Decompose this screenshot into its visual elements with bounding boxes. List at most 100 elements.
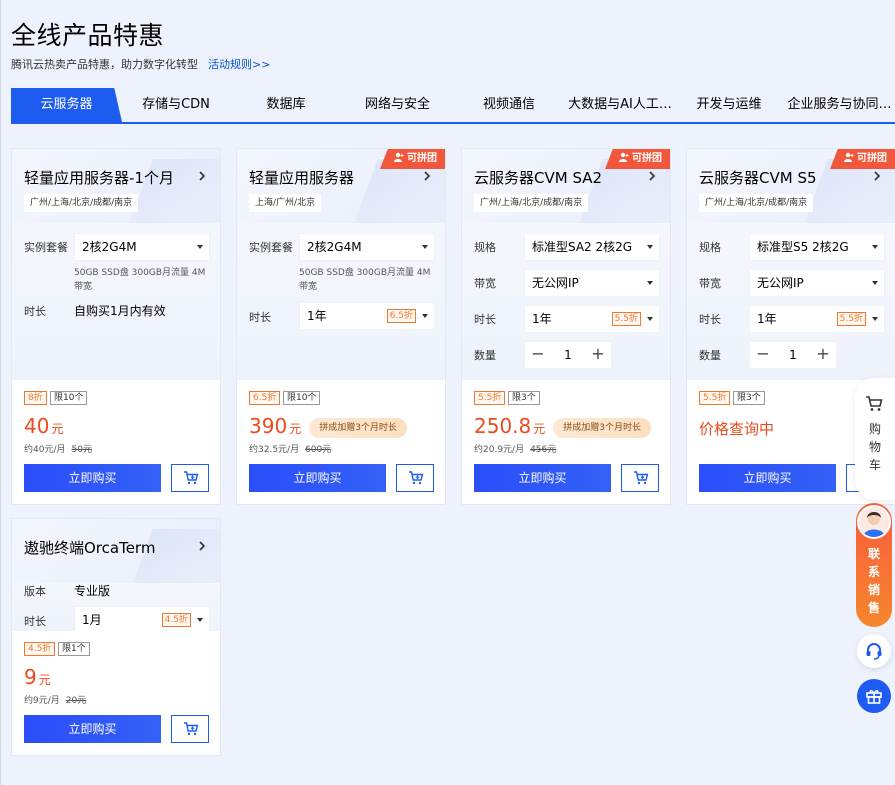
- original-price: 50元: [71, 445, 92, 455]
- buy-now-button[interactable]: 立即购买: [24, 464, 161, 492]
- buy-now-button[interactable]: 立即购买: [24, 715, 161, 743]
- product-name[interactable]: 云服务器CVM SA2: [474, 167, 602, 188]
- discount-tag: 5.5折: [474, 391, 506, 405]
- spec-label: 实例套餐: [249, 241, 293, 254]
- duration-value: 1年: [307, 309, 327, 323]
- chevron-right-icon[interactable]: [646, 169, 658, 183]
- chevron-right-icon[interactable]: [196, 169, 208, 183]
- bandwidth-value: 无公网IP: [757, 276, 804, 290]
- spec-select[interactable]: 标准型S5 2核2G: [749, 233, 885, 261]
- activity-rules-link[interactable]: 活动规则>>: [208, 58, 270, 71]
- product-name[interactable]: 轻量应用服务器: [249, 167, 354, 188]
- price-detail: 约32.5元/月 600元: [249, 442, 331, 455]
- price-value: 250.8: [474, 414, 532, 438]
- chevron-right-icon[interactable]: [871, 169, 883, 183]
- duration-discount: 5.5折: [611, 312, 641, 326]
- card-header: 可拼团 轻量应用服务器 上海/广州/北京: [237, 149, 445, 223]
- tab-network-security[interactable]: 网络与安全: [342, 88, 453, 122]
- tab-database[interactable]: 数据库: [230, 88, 342, 122]
- category-tabbar: 云服务器 存储与CDN 数据库 网络与安全 视频通信 大数据与AI人工… 开发与…: [11, 88, 895, 124]
- add-to-cart-button[interactable]: [171, 715, 209, 743]
- version-label: 版本: [24, 585, 46, 598]
- add-to-cart-button[interactable]: [396, 464, 434, 492]
- chevron-right-icon[interactable]: [421, 169, 433, 183]
- gift-icon: [866, 690, 882, 704]
- bandwidth-select[interactable]: 无公网IP: [524, 269, 660, 297]
- group-buy-badge: 可拼团: [380, 149, 445, 169]
- discount-tag: 4.5折: [24, 642, 56, 656]
- buy-now-button[interactable]: 立即购买: [474, 464, 611, 492]
- price-detail: 约20.9元/月 456元: [474, 442, 556, 455]
- tab-storage-cdn[interactable]: 存储与CDN: [122, 88, 230, 122]
- add-to-cart-button[interactable]: [171, 464, 209, 492]
- spec-select[interactable]: 标准型SA2 2核2G: [524, 233, 660, 261]
- original-price: 600元: [305, 445, 332, 455]
- limit-tag: 限10个: [50, 391, 88, 405]
- page-title: 全线产品特惠: [11, 21, 165, 50]
- tab-bigdata-ai[interactable]: 大数据与AI人工…: [565, 88, 675, 122]
- spec-select[interactable]: 2核2G4M: [74, 233, 210, 261]
- card-header: 遨驰终端OrcaTerm: [12, 519, 220, 593]
- product-name[interactable]: 遨驰终端OrcaTerm: [24, 537, 155, 558]
- limit-tag: 限3个: [733, 391, 765, 405]
- duration-value: 1年: [532, 312, 552, 326]
- group-buy-badge: 可拼团: [605, 149, 670, 169]
- spec-select[interactable]: 2核2G4M: [299, 233, 435, 261]
- spec-label: 规格: [474, 241, 496, 254]
- badge-label: 可拼团: [632, 153, 662, 164]
- card-header: 轻量应用服务器-1个月 广州/上海/北京/成都/南京: [12, 149, 220, 223]
- duration-select[interactable]: 1年 6.5折: [299, 302, 435, 330]
- chevron-right-icon[interactable]: [196, 539, 208, 553]
- duration-select[interactable]: 1年 5.5折: [524, 305, 660, 333]
- quantity-label: 数量: [699, 349, 721, 362]
- limit-tag: 限10个: [283, 391, 321, 405]
- increment-button[interactable]: +: [585, 342, 611, 368]
- bandwidth-value: 无公网IP: [532, 276, 579, 290]
- customer-service-button[interactable]: [857, 634, 891, 668]
- add-to-cart-button[interactable]: [621, 464, 659, 492]
- region-list: 广州/上海/北京/成都/南京: [699, 194, 814, 212]
- price-unit: 元: [38, 673, 51, 687]
- buy-now-button[interactable]: 立即购买: [699, 464, 836, 492]
- tab-video[interactable]: 视频通信: [453, 88, 565, 122]
- bandwidth-select[interactable]: 无公网IP: [749, 269, 885, 297]
- card-options: 实例套餐 2核2G4M 50GB SSD盘 300GB月流量 4M带宽 时长 自…: [12, 223, 220, 380]
- duration-select[interactable]: 1年 5.5折: [749, 305, 885, 333]
- discount-tag: 6.5折: [249, 391, 281, 405]
- card-purchase: 6.5折 限10个 390 元拼成加赠3个月时长 约32.5元/月 600元 立即购…: [237, 380, 445, 504]
- quantity-value[interactable]: 1: [776, 342, 810, 368]
- discount-tag: 5.5折: [699, 391, 731, 405]
- increment-button[interactable]: +: [810, 342, 836, 368]
- limit-tag: 限3个: [508, 391, 540, 405]
- floating-cart-panel[interactable]: 购物车: [855, 378, 895, 500]
- product-name[interactable]: 轻量应用服务器-1个月: [24, 167, 174, 188]
- limit-tag: 限1个: [58, 642, 90, 656]
- duration-value: 1月: [82, 613, 102, 627]
- sales-avatar: [857, 505, 891, 539]
- decrement-button[interactable]: −: [525, 342, 551, 368]
- tab-devops[interactable]: 开发与运维: [675, 88, 783, 122]
- product-name[interactable]: 云服务器CVM S5: [699, 167, 817, 188]
- person-avatar-icon: [859, 507, 889, 537]
- card-options: 版本 专业版 时长 1月 4.5折: [12, 583, 220, 634]
- quantity-value[interactable]: 1: [551, 342, 585, 368]
- contact-sales-panel[interactable]: 联系销售: [856, 503, 892, 627]
- region-list: 广州/上海/北京/成都/南京: [474, 194, 589, 212]
- gift-button[interactable]: [857, 679, 891, 713]
- duration-value: 自购买1月内有效: [74, 304, 166, 318]
- bandwidth-label: 带宽: [474, 277, 496, 290]
- caret-down-icon: [872, 245, 878, 249]
- caret-down-icon: [872, 281, 878, 285]
- buy-now-button[interactable]: 立即购买: [249, 464, 386, 492]
- product-card-orcaterm: 遨驰终端OrcaTerm 版本 专业版 时长 1月 4.5折 4.5折 限1个 …: [11, 518, 221, 756]
- cart-icon: [184, 722, 199, 736]
- price-value: 9: [24, 665, 37, 689]
- duration-select[interactable]: 1月 4.5折: [74, 606, 210, 634]
- spec-note: 50GB SSD盘 300GB月流量 4M带宽: [299, 268, 431, 292]
- tab-enterprise[interactable]: 企业服务与协同…: [783, 88, 895, 122]
- version-value: 专业版: [74, 584, 111, 598]
- tab-cloud-server[interactable]: 云服务器: [11, 88, 122, 122]
- product-card-lighthouse-1month: 轻量应用服务器-1个月 广州/上海/北京/成都/南京 实例套餐 2核2G4M 5…: [11, 148, 221, 505]
- decrement-button[interactable]: −: [750, 342, 776, 368]
- price: 390 元拼成加赠3个月时长: [249, 414, 407, 438]
